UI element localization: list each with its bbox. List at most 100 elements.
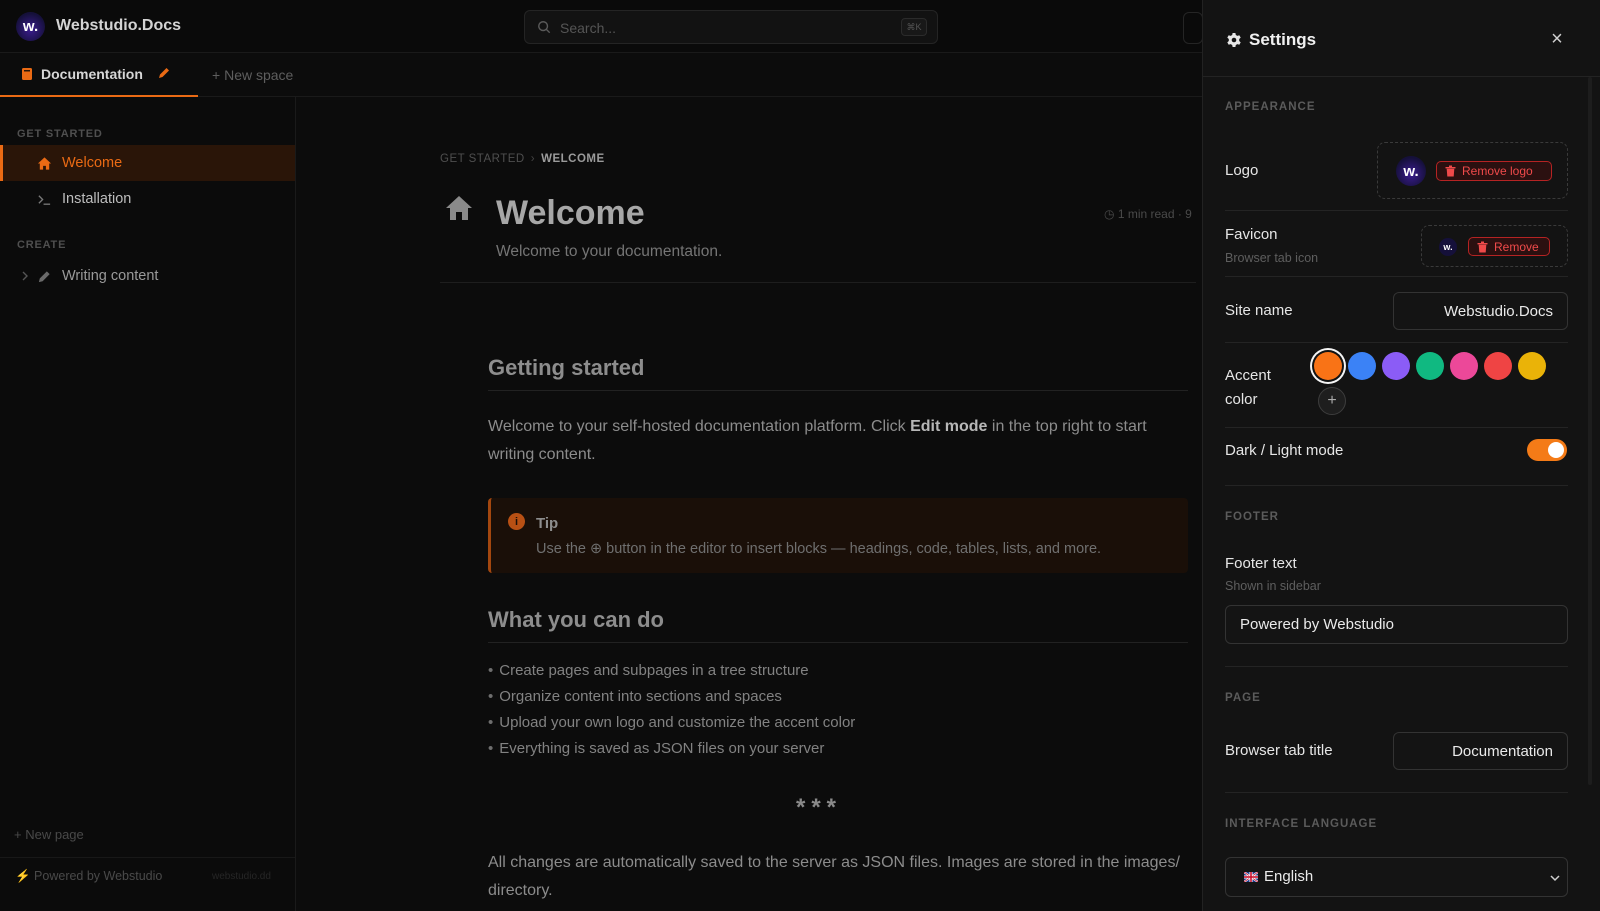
- accent-swatch[interactable]: [1416, 352, 1444, 380]
- add-color-button[interactable]: +: [1318, 387, 1346, 415]
- home-icon: [37, 157, 52, 170]
- sidebar-item-installation[interactable]: Installation: [0, 181, 295, 217]
- mode-label: Dark / Light mode: [1225, 442, 1344, 459]
- settings-title: Settings: [1249, 30, 1317, 49]
- accent-swatch[interactable]: [1382, 352, 1410, 380]
- logo-dropzone[interactable]: w. Remove logo: [1377, 142, 1568, 199]
- search-input[interactable]: Search... ⌘K: [524, 10, 938, 44]
- breadcrumb-parent[interactable]: GET STARTED: [440, 153, 525, 165]
- home-icon: [446, 196, 472, 220]
- close-icon: ×: [1551, 28, 1563, 50]
- site-name-input[interactable]: Webstudio.Docs: [1393, 292, 1568, 330]
- book-icon: [22, 68, 32, 80]
- breadcrumb: GET STARTED › WELCOME: [440, 153, 605, 165]
- divider: [1225, 792, 1568, 793]
- footer-text-input[interactable]: Powered by Webstudio: [1225, 605, 1568, 644]
- divider: [1225, 210, 1568, 211]
- logo-label: Logo: [1225, 162, 1259, 179]
- settings-header: Settings ×: [1203, 0, 1600, 77]
- sidebar-section-title: CREATE: [17, 239, 67, 251]
- sidebar-item-label: Installation: [62, 191, 132, 207]
- edit-mode-button[interactable]: [1183, 12, 1203, 44]
- settings-panel: Settings × APPEARANCE Logo w. Remove log…: [1202, 0, 1600, 911]
- footer-text-sublabel: Shown in sidebar: [1225, 579, 1321, 593]
- favicon-preview: w.: [1439, 238, 1457, 256]
- plus-icon: +: [1327, 392, 1337, 409]
- chevron-right-icon: ›: [530, 153, 536, 165]
- sidebar-section-title: GET STARTED: [17, 128, 103, 140]
- new-space-button[interactable]: + New space: [212, 67, 293, 83]
- chevron-down-icon: [1550, 875, 1560, 882]
- trash-icon: [1477, 241, 1488, 252]
- site-logo[interactable]: w.: [16, 12, 45, 41]
- section-title-language: INTERFACE LANGUAGE: [1225, 818, 1378, 830]
- remove-favicon-button[interactable]: Remove: [1468, 237, 1550, 256]
- footer-text-value: Powered by Webstudio: [1240, 616, 1394, 633]
- favicon-sublabel: Browser tab icon: [1225, 251, 1319, 265]
- divider: [1225, 276, 1568, 277]
- section-title-page: PAGE: [1225, 692, 1261, 704]
- logo-preview: w.: [1396, 156, 1426, 186]
- powered-by-text: ⚡ Powered by Webstudio: [15, 869, 163, 883]
- divider: [1225, 485, 1568, 486]
- accent-swatch[interactable]: [1348, 352, 1376, 380]
- accent-swatch[interactable]: [1518, 352, 1546, 380]
- list-item: Create pages and subpages in a tree stru…: [488, 658, 855, 684]
- accent-swatch[interactable]: [1484, 352, 1512, 380]
- sidebar-item-label: Welcome: [62, 155, 123, 171]
- site-title[interactable]: Webstudio.Docs: [56, 17, 181, 35]
- tip-title: Tip: [536, 515, 559, 532]
- scrollbar[interactable]: [1588, 77, 1592, 785]
- tab-label: Documentation: [41, 66, 143, 82]
- bold-text: Edit mode: [910, 418, 988, 435]
- section-title-appearance: APPEARANCE: [1225, 101, 1316, 113]
- remove-logo-button[interactable]: Remove logo: [1436, 161, 1552, 181]
- language-select[interactable]: English: [1225, 857, 1568, 897]
- divider: [440, 282, 1196, 283]
- gear-icon: [1227, 33, 1241, 47]
- search-icon: [538, 21, 551, 34]
- accent-swatch[interactable]: [1314, 352, 1342, 380]
- section-title-footer: FOOTER: [1225, 511, 1279, 523]
- dark-light-toggle[interactable]: [1527, 439, 1567, 461]
- search-placeholder: Search...: [560, 20, 617, 36]
- clock-icon: ◷: [1104, 207, 1118, 221]
- plus-icon: +: [14, 827, 26, 842]
- pencil-icon: [38, 271, 50, 283]
- tip-callout: i Tip Use the ⊕ button in the editor to …: [488, 498, 1188, 573]
- remove-logo-label: Remove logo: [1462, 164, 1533, 178]
- bullet-list: Create pages and subpages in a tree stru…: [488, 658, 855, 762]
- paragraph: Welcome to your self-hosted documentatio…: [488, 418, 1147, 463]
- favicon-dropzone[interactable]: w. Remove: [1421, 225, 1568, 267]
- search-shortcut-badge: ⌘K: [901, 18, 927, 36]
- divider: [1225, 666, 1568, 667]
- accent-swatch[interactable]: [1450, 352, 1478, 380]
- trash-icon: [1445, 165, 1456, 177]
- bolt-icon: ⚡: [15, 869, 35, 883]
- divider: [488, 390, 1188, 391]
- section-divider: ***: [796, 794, 843, 821]
- tip-text: Use the ⊕ button in the editor to insert…: [536, 541, 1102, 557]
- sidebar-item-writing-content[interactable]: Writing content: [0, 258, 295, 294]
- remove-favicon-label: Remove: [1494, 239, 1539, 254]
- new-page-button[interactable]: + New page: [14, 827, 84, 842]
- accent-color-label: Accent color: [1225, 367, 1271, 408]
- tab-documentation[interactable]: Documentation: [0, 53, 198, 97]
- pencil-icon[interactable]: [157, 66, 171, 80]
- paragraph: All changes are automatically saved to t…: [488, 854, 1180, 899]
- section-heading: Getting started: [488, 355, 645, 380]
- close-button[interactable]: ×: [1546, 29, 1568, 51]
- breadcrumb-current: WELCOME: [541, 153, 605, 165]
- footer-text-label: Footer text: [1225, 555, 1297, 572]
- chevron-right-icon[interactable]: [20, 270, 30, 282]
- list-item: Organize content into sections and space…: [488, 684, 855, 710]
- sidebar-item-label: Writing content: [62, 268, 159, 284]
- divider: [1225, 427, 1568, 428]
- sidebar: GET STARTED Welcome Installation CREATE …: [0, 97, 296, 911]
- main-content: GET STARTED › WELCOME Welcome Welcome to y…: [296, 97, 1196, 911]
- info-icon: i: [508, 513, 525, 530]
- plus-icon: +: [212, 67, 225, 83]
- tab-title-input[interactable]: Documentation: [1393, 732, 1568, 770]
- sidebar-item-welcome[interactable]: Welcome: [0, 145, 295, 181]
- tab-title-value: Documentation: [1452, 742, 1553, 760]
